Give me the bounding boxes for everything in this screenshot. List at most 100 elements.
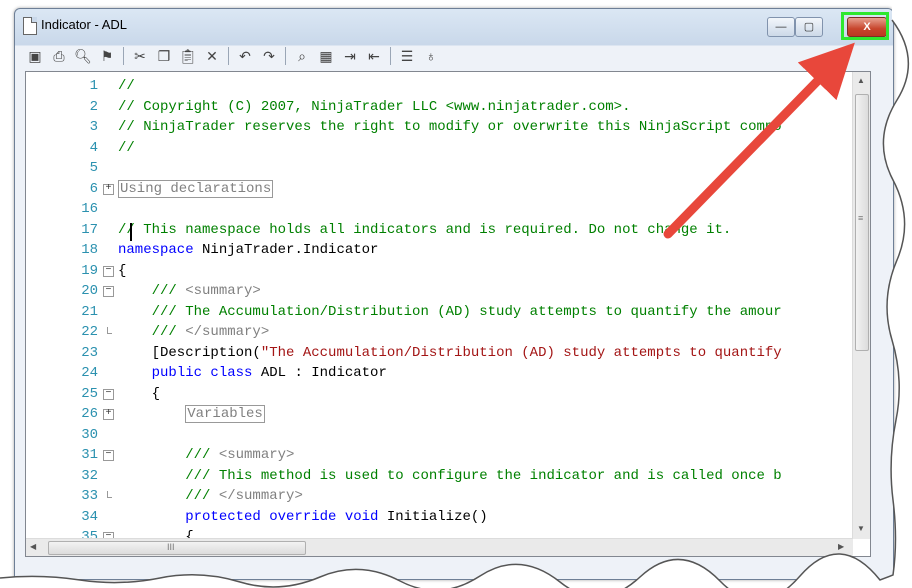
paste-icon[interactable]: 📋︎ (178, 46, 198, 66)
code-text: { (118, 385, 161, 402)
indent-icon[interactable]: ⇥ (340, 46, 360, 66)
maximize-button[interactable]: ▢ (795, 17, 823, 37)
code-line[interactable]: 32 /// This method is used to configure … (26, 466, 852, 487)
outdent-icon[interactable]: ⇤ (364, 46, 384, 66)
code-text: Using declarations (118, 179, 274, 198)
code-line[interactable]: 5 (26, 158, 852, 179)
code-text: /// <summary> (118, 283, 261, 299)
line-number: 17 (81, 221, 98, 238)
code-text: // NinjaTrader reserves the right to mod… (118, 119, 782, 135)
code-line[interactable]: 34 protected override void Initialize() (26, 507, 852, 528)
redo-icon[interactable]: ↷ (259, 46, 279, 66)
line-number: 16 (81, 201, 98, 217)
code-text: { (118, 262, 127, 279)
toolbar: ▣ ⎙ 🔍︎ ⚑ ✂ ❐ 📋︎ ✕ ↶ ↷ ⌕ ▦ ⇥ ⇤ ☰ ♁ (25, 43, 883, 69)
code-line[interactable]: 31− /// <summary> (26, 445, 852, 466)
uncomment-icon[interactable]: ♁ (421, 46, 441, 66)
line-number: 4 (89, 139, 98, 156)
horizontal-scroll-thumb[interactable]: III (48, 541, 306, 555)
code-text: // (118, 139, 135, 156)
bookmark-icon[interactable]: ⚑ (97, 46, 117, 66)
code-line[interactable]: 4 // (26, 138, 852, 159)
find-icon[interactable]: ⌕ (292, 46, 312, 66)
save-icon[interactable]: ▣ (25, 46, 45, 66)
line-number: 34 (81, 508, 98, 525)
undo-icon[interactable]: ↶ (235, 46, 255, 66)
scroll-grip-icon: III (167, 542, 175, 552)
fold-toggle-icon[interactable]: − (103, 286, 114, 297)
fold-toggle-icon[interactable]: − (103, 450, 114, 461)
code-line[interactable]: 19−{ (26, 261, 852, 282)
line-number: 20 (81, 283, 98, 299)
scroll-down-arrow-icon[interactable]: ▼ (857, 524, 865, 533)
fold-toggle-icon[interactable]: + (103, 409, 114, 420)
line-number: 30 (81, 426, 98, 443)
comment-icon[interactable]: ☰ (397, 46, 417, 66)
code-text: /// This method is used to configure the… (118, 467, 782, 484)
code-text: protected override void Initialize() (185, 508, 488, 525)
code-text: /// <summary> (118, 447, 295, 463)
code-editor[interactable]: 1 // 2 // Copyright (C) 2007, NinjaTrader L… (25, 71, 871, 557)
code-line[interactable]: 20− /// <summary> (26, 281, 852, 302)
code-text: /// </summary> (118, 488, 303, 504)
line-number: 6 (89, 180, 98, 197)
replace-icon[interactable]: ▦ (316, 46, 336, 66)
code-line[interactable]: 1 // (26, 76, 852, 97)
code-line[interactable]: 26 + Variables (26, 404, 852, 425)
copy-icon[interactable]: ❐ (154, 46, 174, 66)
delete-icon[interactable]: ✕ (202, 46, 222, 66)
code-line[interactable]: 3 // NinjaTrader reserves the right to mo… (26, 117, 852, 138)
fold-toggle-icon[interactable]: − (103, 388, 114, 400)
toolbar-separator (123, 47, 124, 65)
vertical-scrollbar[interactable]: ▲ ≡ ▼ (852, 72, 870, 539)
horizontal-scrollbar[interactable]: ◀ III ▶ (26, 538, 853, 556)
line-number: 23 (81, 344, 98, 361)
code-text: // (118, 78, 135, 94)
line-number: 31 (81, 447, 98, 463)
editor-window: Indicator - ADL — ▢ X ▣ ⎙ 🔍︎ ⚑ ✂ ❐ 📋︎ ✕ … (14, 8, 894, 580)
code-line[interactable]: 30 (26, 425, 852, 446)
code-line[interactable]: 16 (26, 199, 852, 220)
scroll-left-arrow-icon[interactable]: ◀ (30, 542, 36, 551)
code-line[interactable]: 33 /// </summary> (26, 486, 852, 507)
line-number: 26 (81, 406, 98, 422)
code-line[interactable]: 23 [Description("The Accumulation/Distri… (26, 343, 852, 364)
code-text: // This namespace holds all indicators a… (118, 221, 732, 238)
line-number: 32 (81, 467, 98, 484)
fold-end-marker (107, 327, 112, 334)
code-text: // Copyright (C) 2007, NinjaTrader LLC <… (118, 98, 631, 115)
code-line[interactable]: 17 // This namespace holds all indicators… (26, 220, 852, 241)
code-line[interactable]: 2 // Copyright (C) 2007, NinjaTrader LLC … (26, 97, 852, 118)
code-line[interactable]: 18 namespace NinjaTrader.Indicator (26, 240, 852, 261)
line-number: 21 (81, 303, 98, 320)
code-line[interactable]: 25− { (26, 384, 852, 405)
scroll-up-arrow-icon[interactable]: ▲ (857, 76, 865, 85)
code-text: [Description("The Accumulation/Distribut… (118, 344, 782, 361)
line-number: 19 (81, 262, 98, 279)
print-icon[interactable]: ⎙ (49, 46, 69, 66)
text-cursor (130, 223, 132, 241)
toolbar-separator (390, 47, 391, 65)
line-number: 24 (81, 365, 98, 381)
fold-toggle-icon[interactable]: + (103, 183, 114, 195)
print-preview-icon[interactable]: 🔍︎ (73, 46, 93, 66)
line-number: 3 (89, 119, 98, 135)
code-text: public class ADL : Indicator (151, 365, 387, 381)
scroll-grip-icon: ≡ (858, 213, 864, 223)
code-line[interactable]: 24 public class ADL : Indicator (26, 363, 852, 384)
line-number: 33 (81, 488, 98, 504)
line-number: 5 (89, 160, 98, 176)
code-text: /// The Accumulation/Distribution (AD) s… (118, 303, 782, 320)
scroll-right-arrow-icon[interactable]: ▶ (838, 542, 844, 551)
minimize-button[interactable]: — (767, 17, 795, 37)
line-number: 1 (89, 78, 98, 94)
fold-toggle-icon[interactable]: − (103, 265, 114, 277)
cut-icon[interactable]: ✂ (130, 46, 150, 66)
title-bar[interactable]: Indicator - ADL — ▢ X (15, 9, 893, 41)
code-text: Variables (185, 405, 265, 423)
close-button-highlight (841, 12, 889, 40)
vertical-scroll-thumb[interactable]: ≡ (855, 94, 869, 351)
code-line[interactable]: 6 + Using declarations (26, 179, 852, 200)
code-line[interactable]: 22 /// </summary> (26, 322, 852, 343)
code-line[interactable]: 21 /// The Accumulation/Distribution (AD… (26, 302, 852, 323)
